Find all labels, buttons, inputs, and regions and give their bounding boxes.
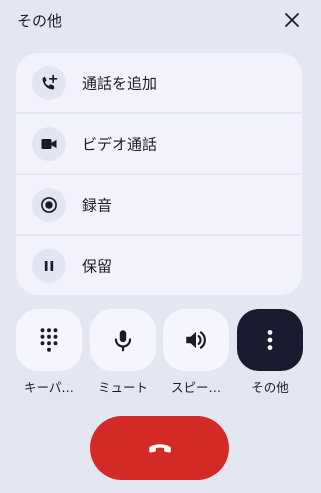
more-options-menu: 通話を追加 ビデオ通話 録音 保留 xyxy=(16,53,302,295)
more-button[interactable] xyxy=(237,309,303,371)
menu-item-video-call[interactable]: ビデオ通話 xyxy=(16,114,302,173)
end-call-button[interactable] xyxy=(90,416,229,480)
menu-item-label: ビデオ通話 xyxy=(82,135,158,153)
add-call-icon xyxy=(32,65,66,100)
close-button[interactable] xyxy=(280,8,304,32)
keypad-button[interactable] xyxy=(16,309,82,371)
menu-item-add-call[interactable]: 通話を追加 xyxy=(16,53,302,112)
sheet-header: その他 xyxy=(0,0,321,40)
speaker-label: スピー… xyxy=(170,380,221,395)
close-icon xyxy=(285,13,299,27)
end-call-icon xyxy=(148,444,171,453)
video-camera-icon xyxy=(32,126,66,161)
sheet-title: その他 xyxy=(17,12,63,30)
speaker-icon xyxy=(186,331,206,349)
record-icon xyxy=(32,187,66,222)
menu-item-hold[interactable]: 保留 xyxy=(16,236,302,295)
more-control: その他 xyxy=(237,309,303,396)
speaker-button[interactable] xyxy=(163,309,229,371)
speaker-control: スピー… xyxy=(163,309,229,396)
menu-item-label: 保留 xyxy=(82,257,113,275)
keypad-control: キーパ… xyxy=(16,309,82,396)
keypad-label: キーパ… xyxy=(24,380,74,395)
menu-item-record[interactable]: 録音 xyxy=(16,175,302,234)
mute-label: ミュート xyxy=(97,380,148,395)
pause-icon xyxy=(32,248,66,283)
call-controls: キーパ… ミュート スピー… その他 xyxy=(0,309,321,399)
more-label: その他 xyxy=(251,380,289,395)
dialpad-icon xyxy=(40,328,58,352)
mute-control: ミュート xyxy=(90,309,156,396)
menu-item-label: 録音 xyxy=(82,196,113,214)
mute-button[interactable] xyxy=(90,309,156,371)
microphone-icon xyxy=(114,330,132,352)
menu-item-label: 通話を追加 xyxy=(82,74,158,92)
more-vertical-icon xyxy=(267,330,273,350)
